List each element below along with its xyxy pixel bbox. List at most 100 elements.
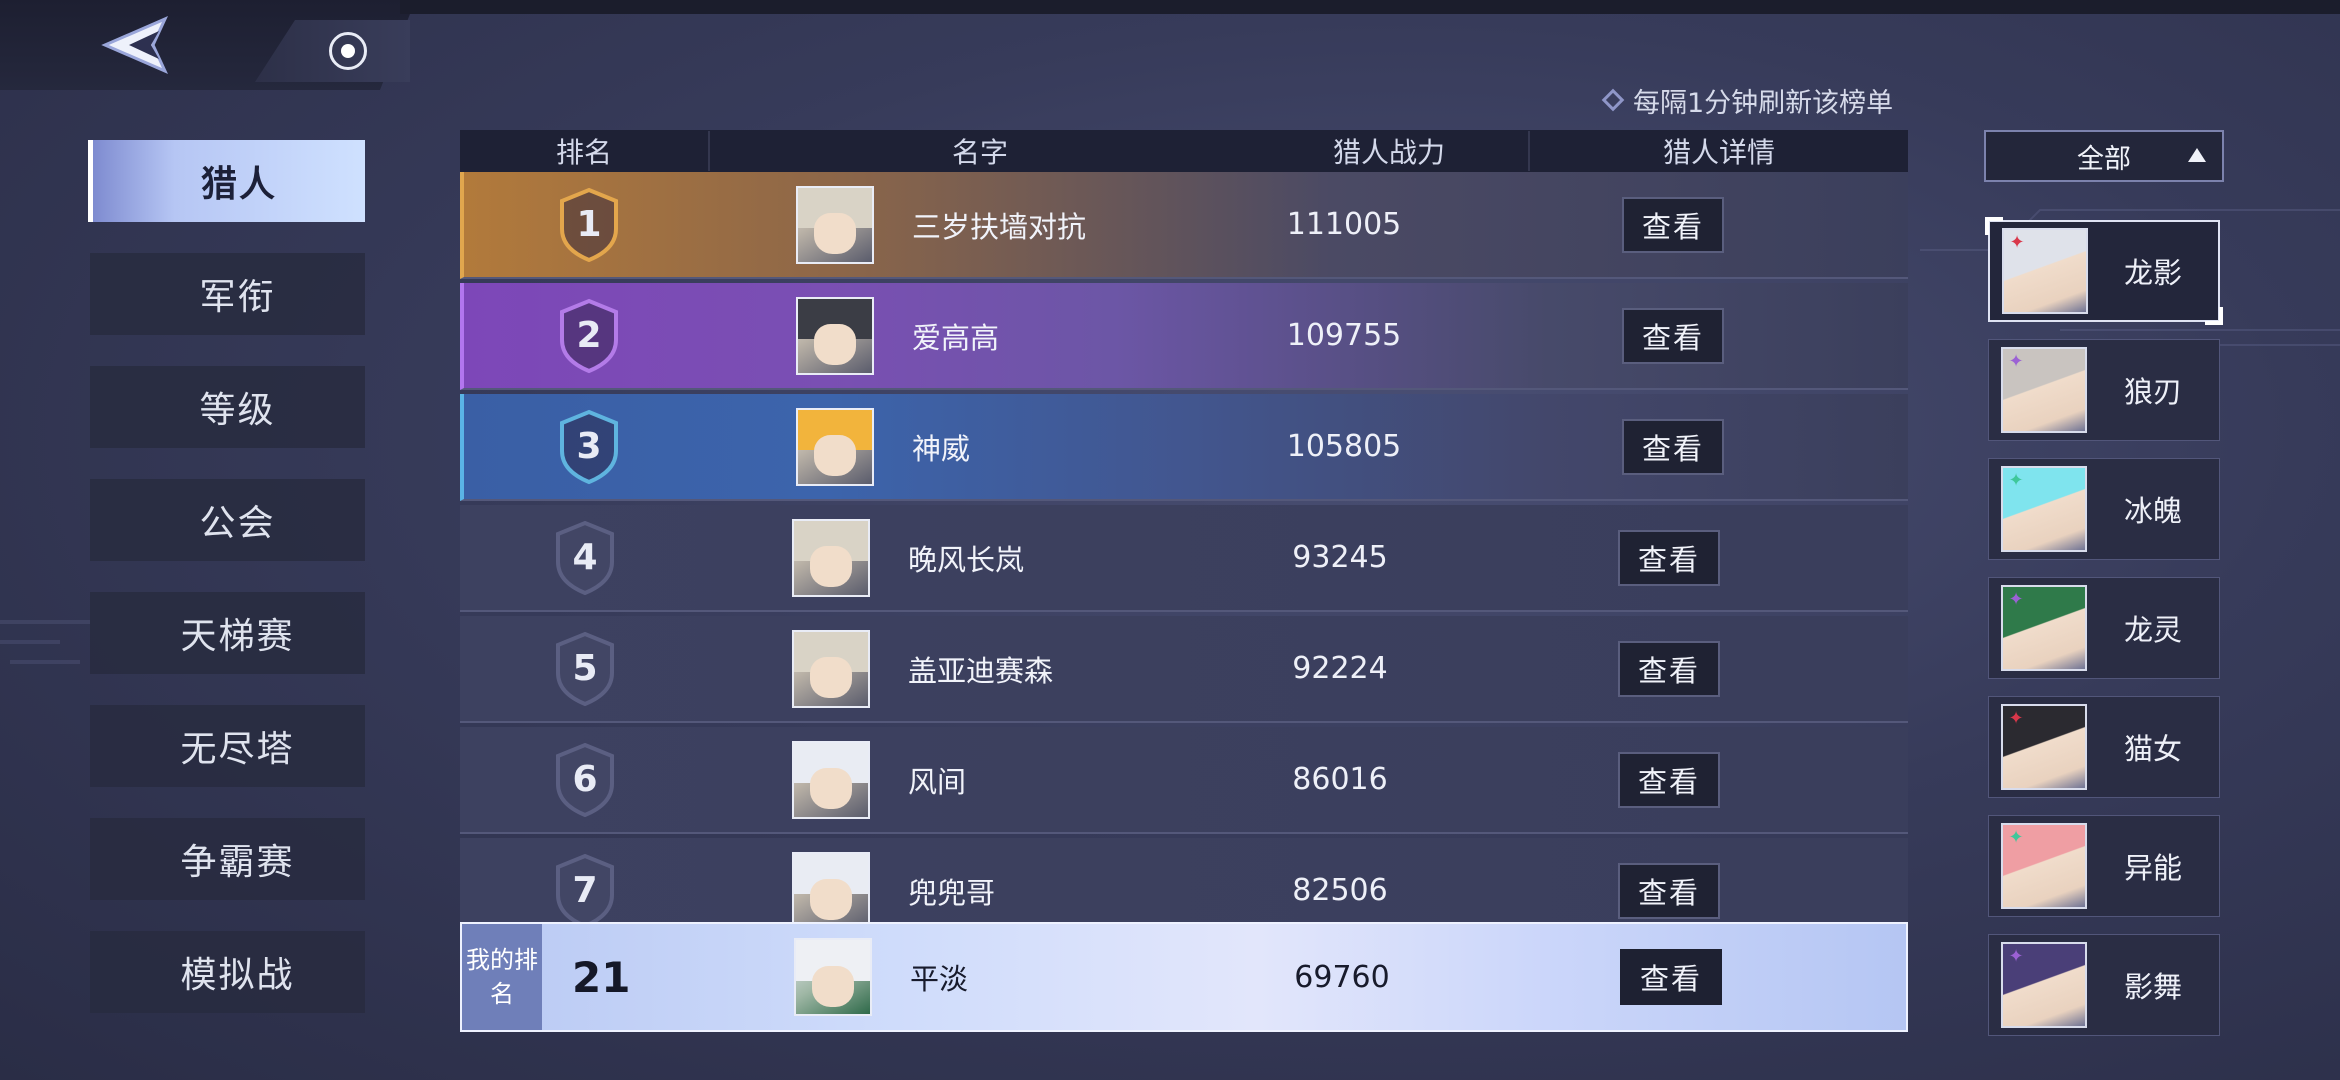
detail-cell: 查看 [1484,307,1862,364]
rank-cell: 1 [464,172,714,277]
avatar-cell [714,296,874,375]
character-portrait: ✦ [2001,347,2087,433]
refresh-note-text: 每隔1分钟刷新该榜单 [1633,87,1894,119]
nav-item-ladder[interactable]: 天梯赛 [90,592,365,674]
player-avatar[interactable] [792,629,870,708]
player-power: 93245 [1292,540,1388,575]
nav-item-guild[interactable]: 公会 [90,479,365,561]
player-power: 92224 [1292,651,1388,686]
player-name: 盖亚迪赛森 [908,653,1054,688]
player-avatar[interactable] [792,851,870,930]
player-avatar[interactable] [796,407,874,486]
rank-number: 3 [576,426,602,467]
player-avatar[interactable] [792,518,870,597]
view-button[interactable]: 查看 [1622,196,1724,253]
rank-number: 6 [572,759,598,800]
character-portrait: ✦ [2001,466,2087,552]
detail-cell: 查看 [1484,196,1862,253]
player-power: 109755 [1286,318,1402,353]
view-button[interactable]: 查看 [1618,862,1720,919]
player-avatar[interactable] [796,185,874,264]
rank-number: 1 [576,204,602,245]
view-button[interactable]: 查看 [1618,640,1720,697]
player-name: 风间 [908,764,967,799]
view-button[interactable]: 查看 [1618,529,1720,586]
filter-dropdown[interactable]: 全部 [1984,130,2224,182]
character-filter-item[interactable]: ✦ 冰魄 [1988,458,2220,560]
character-portrait: ✦ [2001,585,2087,671]
character-portrait: ✦ [2001,823,2087,909]
rank-number: 5 [572,648,598,689]
character-filter-item[interactable]: ✦ 龙灵 [1988,577,2220,679]
refresh-note: 每隔1分钟刷新该榜单 [1601,80,1894,120]
view-button[interactable]: 查看 [1618,751,1720,808]
player-power: 111005 [1286,207,1402,242]
character-name: 异能 [2123,851,2182,885]
home-dot-icon [328,32,367,70]
nav-item-championship[interactable]: 争霸赛 [90,818,365,900]
character-portrait: ✦ [2001,704,2087,790]
table-row: 5 盖亚迪赛森 92224 查看 [460,616,1908,723]
character-name: 冰魄 [2123,494,2182,528]
back-button[interactable] [80,10,190,80]
avatar-cell [710,851,870,930]
player-avatar[interactable] [792,740,870,819]
my-name: 平淡 [910,962,969,996]
rank-number: 4 [572,537,598,578]
table-row: 4 晚风长岚 93245 查看 [460,505,1908,612]
double-chevron-left-icon [101,16,169,74]
character-name: 影舞 [2123,970,2182,1004]
element-rune-icon: ✦ [2008,708,2024,729]
nav-item-endless-tower[interactable]: 无尽塔 [90,705,365,787]
rank-badge-icon: 7 [554,853,616,928]
top-bar-strip [400,0,2340,14]
player-name: 神威 [912,431,971,466]
rank-badge-icon: 1 [558,187,620,262]
character-filter-item[interactable]: ✦ 猫女 [1988,696,2220,798]
my-view-button[interactable]: 查看 [1620,949,1722,1005]
detail-cell: 查看 [1480,529,1858,586]
table-row: 6 风间 86016 查看 [460,727,1908,834]
table-row: 2 爱高高 109755 查看 [460,283,1908,390]
filter-label: 全部 [2077,143,2131,175]
header-rank: 排名 [460,131,710,171]
rank-number: 7 [572,870,598,911]
player-name: 三岁扶墙对抗 [912,209,1087,244]
avatar-cell [710,518,870,597]
rank-cell: 5 [460,616,710,721]
character-filter-item[interactable]: ✦ 影舞 [1988,934,2220,1036]
my-rank-row: 我的排名 21 平淡 69760 查看 [460,922,1908,1032]
table-row: 1 三岁扶墙对抗 111005 查看 [460,172,1908,279]
rank-badge-icon: 4 [554,520,616,595]
detail-cell: 查看 [1484,418,1862,475]
character-name: 狼刃 [2123,375,2182,409]
my-power: 69760 [1294,959,1390,995]
element-rune-icon: ✦ [2008,589,2024,610]
element-rune-icon: ✦ [2008,827,2024,848]
character-filter-item[interactable]: ✦ 龙影 [1985,217,2223,325]
nav-item-hunter[interactable]: 猎人 [88,140,365,222]
player-power: 86016 [1292,762,1388,797]
character-filter-item[interactable]: ✦ 异能 [1988,815,2220,917]
nav-item-simulated-battle[interactable]: 模拟战 [90,931,365,1013]
character-name: 猫女 [2123,732,2182,766]
nav-item-level[interactable]: 等级 [90,366,365,448]
triangle-up-icon [2188,148,2206,162]
player-avatar[interactable] [796,296,874,375]
detail-cell: 查看 [1480,751,1858,808]
my-avatar[interactable] [794,938,872,1016]
my-rank-label: 我的排名 [462,924,542,1030]
player-name: 晚风长岚 [908,542,1025,577]
view-button[interactable]: 查看 [1622,307,1724,364]
avatar-cell [714,185,874,264]
nav-item-military-rank[interactable]: 军衔 [90,253,365,335]
character-filter-item[interactable]: ✦ 狼刃 [1988,339,2220,441]
rank-badge-icon: 6 [554,742,616,817]
element-rune-icon: ✦ [2009,232,2025,253]
detail-cell: 查看 [1480,862,1858,919]
player-power: 105805 [1286,429,1402,464]
avatar-cell [710,629,870,708]
view-button[interactable]: 查看 [1622,418,1724,475]
rank-number: 2 [576,315,602,356]
header-name: 名字 [951,136,1008,169]
